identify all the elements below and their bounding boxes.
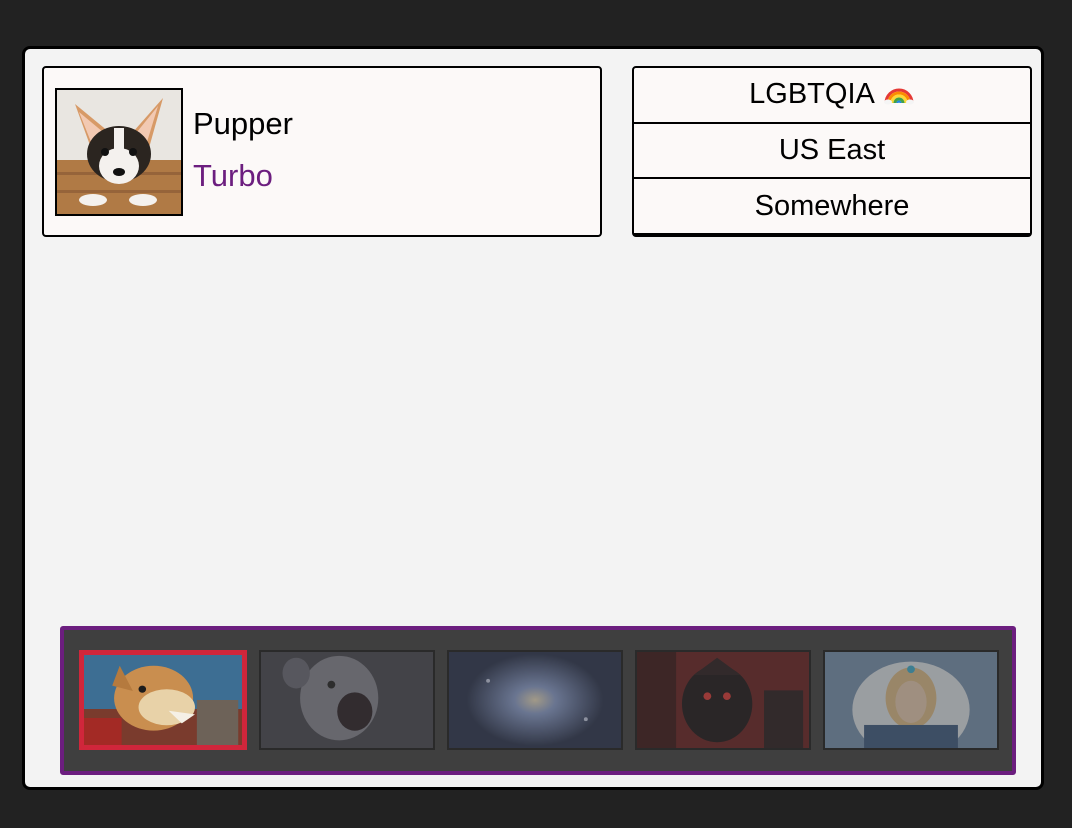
hero-slot[interactable] [259,650,435,750]
hero-slot-selected[interactable] [79,650,247,750]
tag-region: US East [634,124,1030,180]
lobby-card: Pupper Turbo LGBTQIA US East Somewhere [22,46,1044,790]
tag-list: LGBTQIA US East Somewhere [632,66,1032,237]
rainbow-icon [883,77,915,113]
tag-label: Somewhere [754,189,910,222]
player-name: Pupper [193,106,293,141]
tag-label: LGBTQIA [749,78,875,111]
tag-location: Somewhere [634,179,1030,233]
hero-armored-beast-icon [84,655,242,745]
hero-slot[interactable] [635,650,811,750]
hero-slot[interactable] [447,650,623,750]
hero-slot[interactable] [823,650,999,750]
tag-label: US East [778,134,886,166]
hero-selector-bar [60,626,1016,775]
tag-community: LGBTQIA [634,68,1030,124]
avatar [55,88,183,216]
player-profile-panel: Pupper Turbo [42,66,602,237]
game-mode: Turbo [193,158,273,193]
